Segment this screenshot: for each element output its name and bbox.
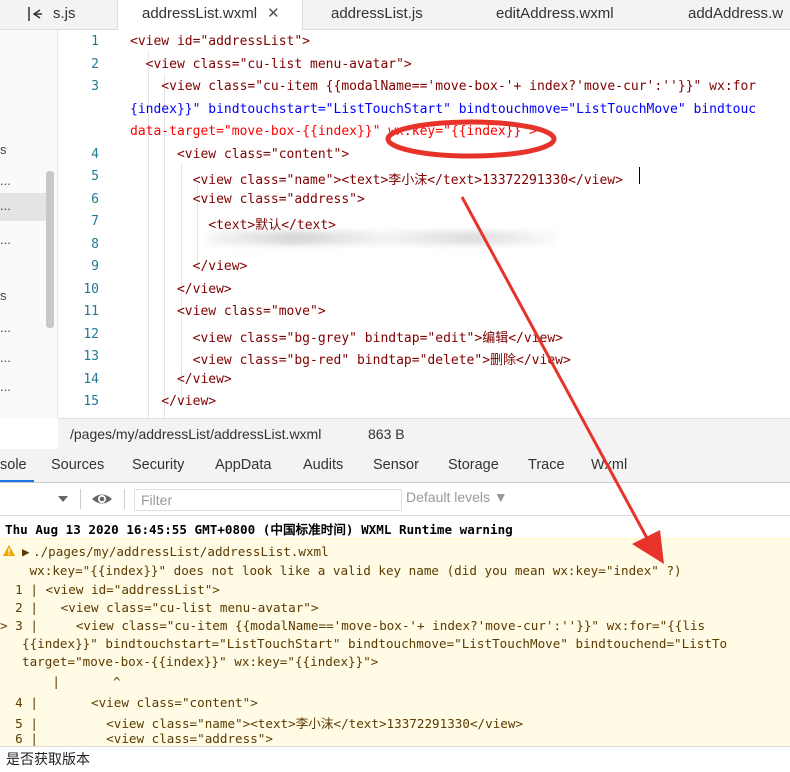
snippet-line-wrap: target="move-box-{{index}}" wx:key="{{in…	[22, 654, 379, 669]
code-line-1: <view id="addressList">	[130, 34, 311, 49]
line-number: 10	[83, 282, 99, 297]
line-number: 15	[83, 394, 99, 409]
sidebar-item[interactable]: ...	[0, 379, 50, 394]
editor-tab-bar: s.js addressList.wxml ✕ addressList.js ed…	[0, 0, 790, 30]
warning-text: wx:key="{{index}}" does not look like a …	[22, 563, 682, 578]
line-number: 2	[91, 57, 99, 72]
status-text: 是否获取版本	[6, 751, 90, 767]
eye-icon[interactable]	[91, 490, 113, 508]
code-line-4: <view class="content">	[130, 147, 350, 162]
tab-s-js[interactable]: s.js	[53, 0, 115, 29]
line-number: 8	[91, 237, 99, 252]
file-size: 863 B	[368, 426, 405, 442]
sidebar-item[interactable]: ...	[0, 232, 50, 247]
code-line-13: <view class="bg-red" bindtap="delete">删除…	[130, 353, 571, 368]
code-line-11: <view class="move">	[130, 304, 326, 319]
console-output: Thu Aug 13 2020 16:45:55 GMT+0800 (中国标准时…	[0, 516, 790, 746]
tab-editaddress-wxml[interactable]: editAddress.wxml	[496, 0, 646, 29]
warning-message: ▶ ./pages/my/addressList/addressList.wxm…	[0, 538, 790, 746]
warning-icon	[3, 545, 15, 556]
line-number: 3	[91, 79, 99, 94]
close-icon[interactable]: ✕	[267, 5, 280, 22]
tab-addaddress-wxml[interactable]: addAddress.w	[688, 0, 790, 29]
code-editor[interactable]: 1 2 3 4 5 6 7 8 9 10 11 12 13 14 15 <vie…	[58, 30, 790, 418]
snippet-line: 1 | <view id="addressList">	[0, 582, 220, 597]
devtools-tab-bar: sole Sources Security AppData Audits Sen…	[0, 449, 790, 483]
code-line-3: <view class="cu-item {{modalName=='move-…	[130, 79, 757, 94]
tab-addresslist-js[interactable]: addressList.js	[331, 0, 461, 29]
tab-sources[interactable]: Sources	[51, 449, 104, 482]
tab-sensor[interactable]: Sensor	[373, 449, 419, 482]
line-number: 12	[83, 327, 99, 342]
tab-storage[interactable]: Storage	[448, 449, 499, 482]
tab-addresslist-wxml[interactable]: addressList.wxml ✕	[117, 0, 303, 30]
sidebar-scrollbar[interactable]	[46, 171, 54, 328]
line-number: 5	[91, 169, 99, 184]
log-levels-dropdown[interactable]: Default levels ▼	[406, 489, 508, 505]
console-header: Thu Aug 13 2020 16:45:55 GMT+0800 (中国标准时…	[5, 522, 513, 537]
sidebar-item-selected[interactable]: ...	[0, 193, 50, 221]
sidebar-item[interactable]: s	[0, 142, 50, 157]
code-line-3-wrap-1: {index}}" bindtouchstart="ListTouchStart…	[130, 102, 757, 117]
filter-input[interactable]: Filter	[134, 489, 402, 511]
snippet-line: 6 | <view class="address">	[0, 731, 273, 746]
collapse-sidebar-icon[interactable]	[26, 5, 44, 23]
blurred-content	[208, 231, 558, 245]
tab-label: addressList.wxml	[142, 5, 258, 22]
bottom-status-bar: 是否获取版本	[0, 746, 790, 772]
file-sidebar: s ... ... ... s ... ... ...	[0, 30, 58, 418]
snippet-caret: | ^	[22, 674, 121, 689]
code-line-2: <view class="cu-list menu-avatar">	[130, 57, 412, 72]
code-line-14: </view>	[130, 372, 232, 387]
context-dropdown-icon[interactable]	[57, 493, 69, 505]
line-number: 6	[91, 192, 99, 207]
code-line-15: </view>	[130, 394, 217, 409]
line-number: 4	[91, 147, 99, 162]
snippet-line: 5 | <view class="name"><text>李小沫</text>1…	[0, 716, 524, 731]
divider	[124, 489, 125, 509]
tab-audits[interactable]: Audits	[303, 449, 343, 482]
console-toolbar: Filter Default levels ▼	[0, 483, 790, 516]
code-line-10: </view>	[130, 282, 232, 297]
sidebar-item[interactable]: ...	[0, 320, 50, 335]
snippet-line-error: > 3 | <view class="cu-item {{modalName==…	[0, 618, 706, 633]
code-line-3-wrap-2: data-target="move-box-{{index}}" wx:key=…	[130, 124, 537, 139]
snippet-line: 4 | <view class="content">	[0, 695, 258, 710]
code-line-5: <view class="name"><text>李小沫</text>13372…	[130, 173, 623, 188]
file-status-bar: /pages/my/addressList/addressList.wxml 8…	[58, 418, 790, 449]
file-path: /pages/my/addressList/addressList.wxml	[70, 426, 322, 442]
line-number: 1	[91, 34, 99, 49]
line-number: 11	[83, 304, 99, 319]
snippet-line: 2 | <view class="cu-list menu-avatar">	[0, 600, 319, 615]
sidebar-item[interactable]: ...	[0, 350, 50, 365]
expand-triangle-icon[interactable]: ▶	[22, 544, 30, 559]
tab-trace[interactable]: Trace	[528, 449, 565, 482]
tab-wxml[interactable]: Wxml	[591, 449, 627, 482]
line-number: 14	[83, 372, 99, 387]
text-cursor	[639, 167, 640, 184]
tab-appdata[interactable]: AppData	[215, 449, 271, 482]
tab-console[interactable]: sole	[0, 449, 34, 482]
line-number: 7	[91, 214, 99, 229]
line-number: 9	[91, 259, 99, 274]
tab-security[interactable]: Security	[132, 449, 184, 482]
sidebar-item[interactable]: s	[0, 288, 50, 303]
code-line-6: <view class="address">	[130, 192, 365, 207]
code-line-9: </view>	[130, 259, 248, 274]
snippet-line-wrap: {{index}}" bindtouchstart="ListTouchStar…	[22, 636, 728, 651]
sidebar-item[interactable]: ...	[0, 173, 50, 188]
line-number: 13	[83, 349, 99, 364]
warning-file: ./pages/my/addressList/addressList.wxml	[33, 544, 329, 559]
divider	[80, 489, 81, 509]
code-line-12: <view class="bg-grey" bindtap="edit">编辑<…	[130, 331, 563, 346]
